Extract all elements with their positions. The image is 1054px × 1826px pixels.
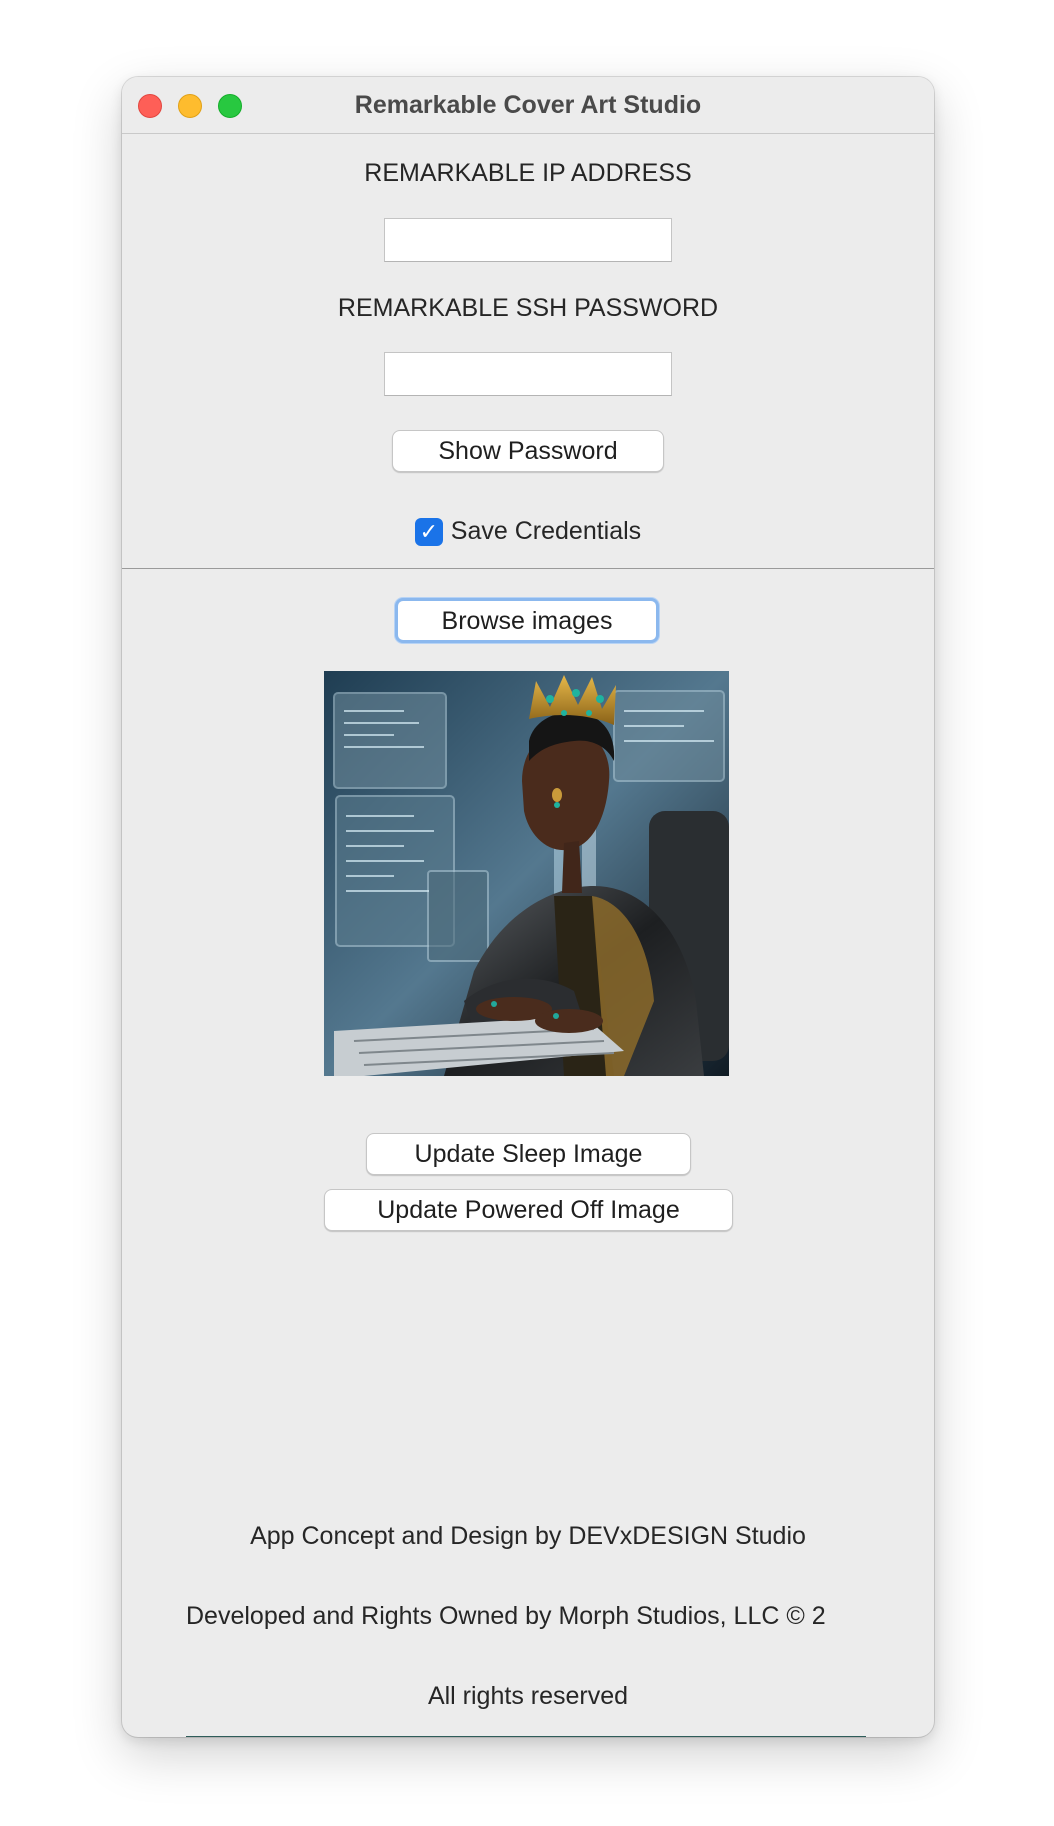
app-window: Remarkable Cover Art Studio REMARKABLE I… (122, 77, 934, 1737)
ssh-password-label: REMARKABLE SSH PASSWORD (337, 294, 719, 322)
ip-address-label: REMARKABLE IP ADDRESS (364, 159, 692, 187)
bottom-scroll-indicator (186, 1736, 866, 1737)
update-powered-off-image-button[interactable]: Update Powered Off Image (324, 1189, 733, 1231)
concept-credit-text: App Concept and Design by DEVxDESIGN Stu… (250, 1522, 806, 1550)
cover-art-preview (324, 671, 729, 1076)
rights-reserved-text: All rights reserved (427, 1682, 629, 1710)
save-credentials-label[interactable]: Save Credentials (451, 517, 641, 546)
show-password-button[interactable]: Show Password (392, 430, 664, 472)
update-sleep-image-button[interactable]: Update Sleep Image (366, 1133, 691, 1175)
save-credentials-checkbox[interactable]: ✓ (414, 517, 443, 546)
browse-images-button[interactable]: Browse images (395, 598, 659, 643)
save-credentials-row[interactable]: ✓ Save Credentials (122, 517, 934, 547)
cover-art-image (324, 671, 729, 1076)
ip-address-input[interactable] (384, 218, 672, 262)
developer-credit-text: Developed and Rights Owned by Morph Stud… (186, 1602, 826, 1630)
section-divider (122, 568, 934, 569)
window-title: Remarkable Cover Art Studio (354, 91, 702, 119)
ssh-password-input[interactable] (384, 352, 672, 396)
title-bar[interactable]: Remarkable Cover Art Studio (122, 77, 934, 134)
